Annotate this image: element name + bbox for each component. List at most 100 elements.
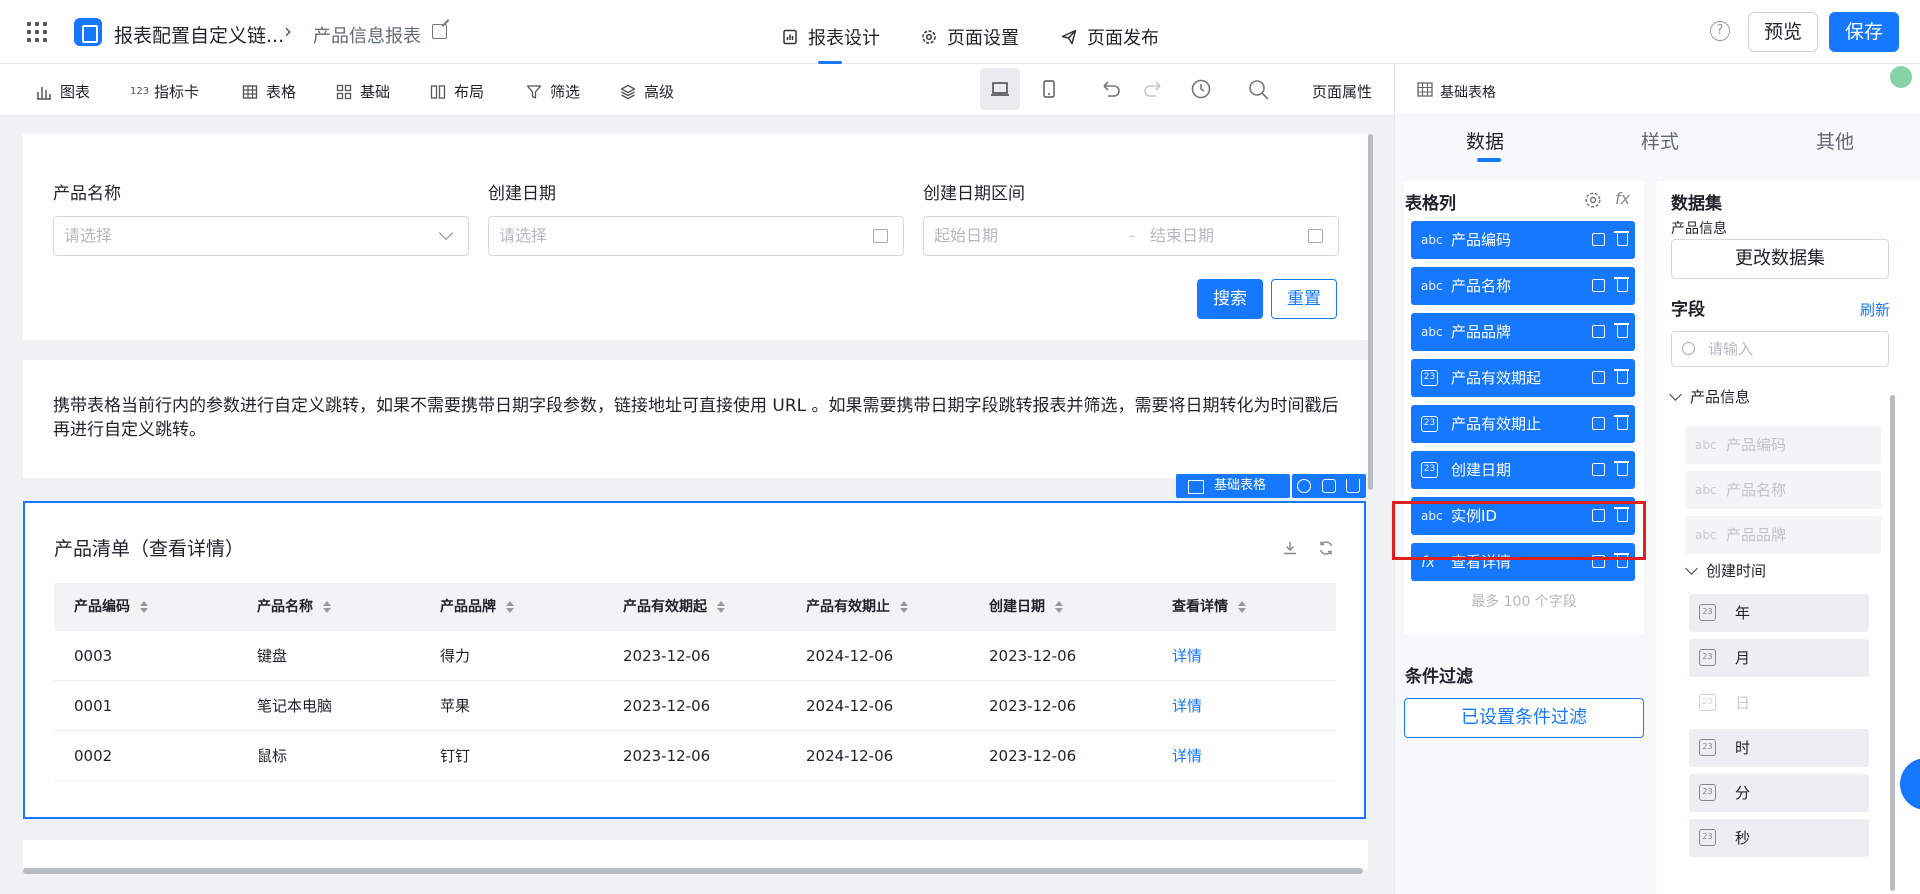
toolbar-advanced[interactable]: 高级 — [620, 81, 674, 102]
delete-icon[interactable] — [1614, 415, 1629, 430]
create-date-picker[interactable]: 请选择 — [488, 216, 904, 256]
delete-icon[interactable] — [1614, 231, 1629, 246]
edit-icon[interactable] — [1592, 325, 1605, 338]
filter-icon — [526, 84, 542, 100]
tab-data[interactable]: 数据 — [1466, 127, 1504, 154]
history-icon[interactable] — [1190, 78, 1212, 104]
sort-icon[interactable] — [506, 600, 514, 614]
column-item[interactable]: 23 产品有效期止 — [1411, 405, 1635, 443]
edit-name-icon[interactable] — [432, 24, 447, 39]
detail-link[interactable]: 详情 — [1172, 631, 1202, 681]
date-range-picker[interactable]: 起始日期 - 结束日期 — [923, 216, 1339, 256]
sort-icon[interactable] — [900, 600, 908, 614]
tab-report-design[interactable]: 报表设计 — [782, 24, 880, 50]
delete-icon[interactable] — [1614, 323, 1629, 338]
tree-group-product-info[interactable]: 产品信息 — [1669, 386, 1750, 407]
canvas-horizontal-scrollbar[interactable] — [23, 868, 1363, 874]
column-item[interactable]: 23 创建日期 — [1411, 451, 1635, 489]
delete-icon[interactable] — [1614, 461, 1629, 476]
time-field-item[interactable]: 23 年 — [1689, 594, 1869, 632]
canvas-vertical-scrollbar[interactable] — [1368, 134, 1373, 490]
toolbar-label: 布局 — [454, 83, 485, 101]
column-item[interactable]: abc 产品品牌 — [1411, 313, 1635, 351]
reload-icon[interactable] — [1318, 540, 1334, 560]
change-dataset-button[interactable]: 更改数据集 — [1671, 239, 1889, 279]
time-field-item[interactable]: 23 时 — [1689, 729, 1869, 767]
tab-other[interactable]: 其他 — [1816, 127, 1854, 154]
column-header[interactable]: 查看详情 — [1172, 583, 1246, 631]
edit-icon[interactable] — [1592, 279, 1605, 292]
toolbar-kpi-card[interactable]: 123 指标卡 — [130, 81, 199, 102]
column-header[interactable]: 产品名称 — [257, 583, 331, 631]
column-header[interactable]: 产品编码 — [74, 583, 148, 631]
delete-icon[interactable] — [1614, 369, 1629, 384]
edit-icon[interactable] — [1592, 233, 1605, 246]
mobile-view-button[interactable] — [1029, 68, 1069, 110]
delete-icon[interactable] — [1614, 277, 1629, 292]
tab-style[interactable]: 样式 — [1641, 127, 1679, 154]
column-item[interactable]: abc 产品编码 — [1411, 221, 1635, 259]
undo-icon[interactable] — [1100, 78, 1122, 102]
time-field-item[interactable]: 23 分 — [1689, 774, 1869, 812]
condition-filter-button[interactable]: 已设置条件过滤 — [1404, 698, 1644, 738]
toolbar-layout[interactable]: 布局 — [430, 81, 484, 102]
field-item[interactable]: abc 产品品牌 — [1685, 516, 1881, 554]
refresh-link[interactable]: 刷新 — [1860, 299, 1890, 320]
field-item[interactable]: abc 产品名称 — [1685, 471, 1881, 509]
time-field-item[interactable]: 23 月 — [1689, 639, 1869, 677]
edit-icon[interactable] — [1592, 371, 1605, 384]
search-icon[interactable] — [1248, 79, 1270, 105]
tab-page-settings[interactable]: 页面设置 — [921, 24, 1019, 50]
edit-icon[interactable] — [1592, 417, 1605, 430]
toolbar-basic[interactable]: 基础 — [336, 81, 390, 102]
desktop-view-button[interactable] — [980, 68, 1020, 110]
detail-link[interactable]: 详情 — [1172, 731, 1202, 781]
page-properties-button[interactable]: 页面属性 — [1312, 81, 1372, 102]
product-name-select[interactable]: 请选择 — [53, 216, 469, 256]
time-field-item[interactable]: 23 秒 — [1689, 819, 1869, 857]
sort-icon[interactable] — [323, 600, 331, 614]
column-header[interactable]: 产品品牌 — [440, 583, 514, 631]
tab-label: 页面发布 — [1087, 28, 1159, 49]
preview-button[interactable]: 预览 — [1748, 12, 1818, 52]
formula-icon[interactable]: fx — [1615, 189, 1630, 208]
app-menu-icon[interactable] — [27, 22, 47, 42]
search-button[interactable]: 搜索 — [1197, 279, 1263, 319]
field-search-input[interactable]: 请输入 — [1671, 331, 1889, 367]
description-card: 携带表格当前行内的参数进行自定义跳转，如果不需要携带日期字段参数，链接地址可直接… — [23, 360, 1368, 478]
date-type-icon: 23 — [1699, 784, 1716, 801]
help-icon[interactable]: ? — [1710, 21, 1730, 41]
table-component[interactable]: 产品清单（查看详情） 产品编码 产品名称 产品品牌 产品有效期起 产品有效期止 … — [23, 501, 1366, 819]
refresh-icon[interactable] — [1297, 479, 1311, 493]
sort-icon[interactable] — [717, 600, 725, 614]
column-header[interactable]: 创建日期 — [989, 583, 1063, 631]
tab-page-publish[interactable]: 页面发布 — [1061, 24, 1159, 50]
header-label: 产品名称 — [257, 599, 313, 615]
toolbar-filter[interactable]: 筛选 — [526, 81, 580, 102]
time-field-item[interactable]: 23 日 — [1689, 684, 1869, 722]
column-header[interactable]: 产品有效期起 — [623, 583, 725, 631]
tree-group-create-time[interactable]: 创建时间 — [1685, 560, 1766, 581]
column-item[interactable]: abc 产品名称 — [1411, 267, 1635, 305]
save-button[interactable]: 保存 — [1829, 12, 1899, 52]
field-item[interactable]: abc 产品编码 — [1685, 426, 1881, 464]
sort-icon[interactable] — [1238, 600, 1246, 614]
app-name[interactable]: 报表配置自定义链... — [114, 21, 284, 48]
reset-button[interactable]: 重置 — [1271, 279, 1337, 319]
column-header[interactable]: 产品有效期止 — [806, 583, 908, 631]
edit-icon[interactable] — [1592, 463, 1605, 476]
toolbar-table[interactable]: 表格 — [242, 81, 296, 102]
toolbar-chart[interactable]: 图表 — [36, 81, 90, 102]
page-name[interactable]: 产品信息报表 — [313, 22, 421, 48]
delete-icon[interactable] — [1346, 479, 1360, 493]
column-item[interactable]: 23 产品有效期起 — [1411, 359, 1635, 397]
range-separator: - — [1129, 226, 1135, 245]
settings-icon[interactable] — [1584, 191, 1602, 213]
copy-icon[interactable] — [1322, 479, 1336, 493]
sort-icon[interactable] — [140, 600, 148, 614]
panel-scrollbar[interactable] — [1890, 395, 1895, 891]
sort-icon[interactable] — [1055, 600, 1063, 614]
download-icon[interactable] — [1283, 541, 1297, 559]
detail-link[interactable]: 详情 — [1172, 681, 1202, 731]
selected-component-tag[interactable]: 基础表格 — [1176, 474, 1290, 498]
